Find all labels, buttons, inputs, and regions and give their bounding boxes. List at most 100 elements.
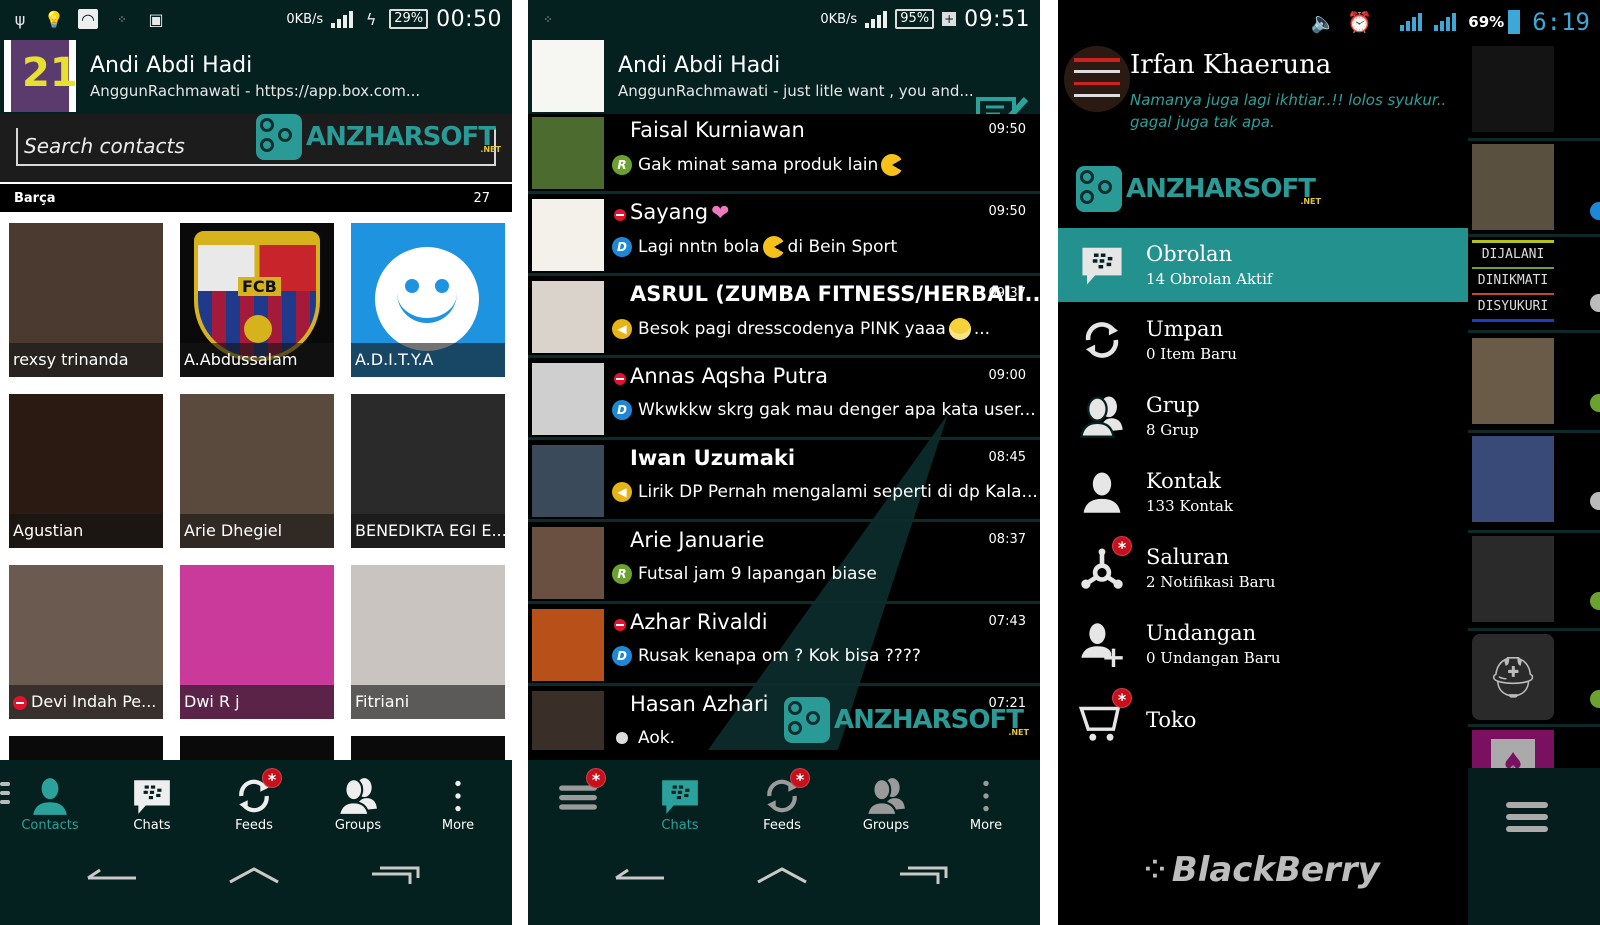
contact-tile[interactable]: BENEDIKTA EGI E... <box>351 394 505 548</box>
notification-badge-icon: * <box>262 768 282 789</box>
drawer-item-title: Kontak <box>1146 469 1221 493</box>
drawer-item-obrolan[interactable]: Obrolan 14 Obrolan Aktif <box>1058 228 1468 302</box>
busy-status-icon <box>614 619 626 631</box>
chat-thumb[interactable] <box>1472 144 1554 230</box>
data-signal-icon <box>1434 13 1457 31</box>
contact-name-text: A.Abdussalam <box>184 350 298 369</box>
avatar[interactable]: 21 <box>4 40 78 112</box>
contact-tile[interactable]: Arie Dhegiel <box>180 394 334 548</box>
tab-label: Chats <box>661 818 699 833</box>
chat-row[interactable]: Arie Januarie 08:37 R Futsal jam 9 lapangan… <box>528 524 1040 604</box>
watermark-text: ANZHARSOFT <box>1126 174 1316 204</box>
chat-name-text: Faisal Kurniawan <box>630 118 805 142</box>
tab-contacts[interactable]: Contacts <box>10 774 90 833</box>
background-chat-strip: DIJALANI DINIKMATI DISYUKURI ⛑ ♠ <box>1468 44 1600 925</box>
sent-status-icon <box>616 732 628 744</box>
chat-time: 09:50 <box>988 204 1026 219</box>
tab-chats[interactable]: Chats <box>112 774 192 833</box>
watermark-logo: ANZHARSOFT .NET <box>1076 166 1321 212</box>
recents-button[interactable] <box>894 855 954 895</box>
avatar[interactable] <box>1064 46 1130 112</box>
status-dot <box>1590 394 1600 412</box>
network-speed: 0KB/s <box>820 11 858 27</box>
chat-thumb[interactable] <box>1472 536 1554 622</box>
alarm-icon: ⏰ <box>1347 10 1373 34</box>
contact-tile[interactable] <box>9 736 163 760</box>
divider <box>1468 724 1600 727</box>
my-profile[interactable]: Irfan Khaeruna Namanya juga lagi ikhtiar… <box>1058 44 1468 144</box>
home-icon <box>757 867 807 884</box>
tab-chats[interactable]: Chats <box>640 774 720 833</box>
contact-tile[interactable]: Dwi R j <box>180 565 334 719</box>
clock: 00:50 <box>436 6 502 32</box>
tab-groups[interactable]: Groups <box>846 774 926 833</box>
profile-name: Andi Abdi Hadi <box>618 53 781 78</box>
chat-row[interactable]: Sayang ❤ 09:50 D Lagi nntn bola di Bein Sport <box>528 196 1040 276</box>
drawer-item-umpan[interactable]: Umpan 0 Item Baru <box>1058 302 1468 378</box>
contact-tile[interactable]: rexsy trinanda <box>9 223 163 377</box>
home-button[interactable] <box>224 855 284 895</box>
drawer-item-grup[interactable]: Grup 8 Grup <box>1058 378 1468 454</box>
tab-groups[interactable]: Groups <box>318 774 398 833</box>
more-icon <box>418 774 498 818</box>
chat-thumb[interactable] <box>1472 338 1554 424</box>
drawer-item-undangan[interactable]: Undangan 0 Undangan Baru <box>1058 606 1468 682</box>
contact-tile[interactable]: Devi Indah Pe... <box>9 565 163 719</box>
contact-tile[interactable] <box>351 736 505 760</box>
avatar[interactable] <box>532 40 604 112</box>
tab-feeds[interactable]: * Feeds <box>214 768 294 833</box>
busy-status-icon <box>614 209 626 221</box>
invite-icon <box>1058 614 1146 674</box>
chat-message-text: Futsal jam 9 lapangan biase <box>638 564 877 584</box>
tab-menu[interactable]: * <box>538 768 618 818</box>
charging-plus-icon: + <box>942 12 957 26</box>
chat-thumb[interactable] <box>1472 46 1554 132</box>
volume-icon: 🔈 <box>1310 10 1336 34</box>
my-profile[interactable]: Andi Abdi Hadi AnggunRachmawati - just l… <box>528 38 1040 136</box>
tab-feeds[interactable]: * Feeds <box>742 768 822 833</box>
battery-level: 95% <box>895 9 935 29</box>
contacts-screen: ψ 💡 ◠ ⁘ ▣ 0KB/s ϟ 29% 00:50 21 Andi Abdi… <box>0 0 512 925</box>
chat-thumb[interactable] <box>1472 436 1554 522</box>
chat-row[interactable]: Faisal Kurniawan 09:50 R Gak minat sama pro… <box>528 114 1040 194</box>
home-button[interactable] <box>752 855 812 895</box>
tab-more[interactable]: More <box>418 774 498 833</box>
contact-name: Agustian <box>9 514 163 548</box>
back-button[interactable] <box>610 855 670 895</box>
chat-thumb[interactable]: ⛑ <box>1472 634 1554 720</box>
drawer-item-title: Umpan <box>1146 317 1224 341</box>
drawer-handle[interactable] <box>0 782 10 804</box>
chat-row[interactable]: Azhar Rivaldi 07:43 D Rusak kenapa om ? Kok… <box>528 606 1040 686</box>
chat-row[interactable]: Annas Aqsha Putra 09:00 D Wkwkkw skrg gak m… <box>528 360 1040 440</box>
chat-row[interactable]: ASRUL (ZUMBA FITNESS/HERBALI... 09:37 ◀ Bes… <box>528 278 1040 358</box>
notification-badge-icon: * <box>790 768 810 789</box>
contact-tile[interactable]: Agustian <box>9 394 163 548</box>
chat-name-text: ASRUL (ZUMBA FITNESS/HERBALI... <box>630 282 1040 306</box>
drawer-item-toko[interactable]: * Toko <box>1058 682 1468 758</box>
drawer-item-saluran[interactable]: * Saluran 2 Notifikasi Baru <box>1058 530 1468 606</box>
chat-thumb[interactable]: DIJALANI DINIKMATI DISYUKURI <box>1472 240 1554 326</box>
my-profile[interactable]: 21 Andi Abdi Hadi AnggunRachmawati - htt… <box>0 38 512 114</box>
charging-icon: ϟ <box>365 9 377 29</box>
contact-tile[interactable]: FCB A.Abdussalam <box>180 223 334 377</box>
tab-more[interactable]: More <box>946 774 1026 833</box>
contact-tile[interactable]: A.D.I.T.Y.A <box>351 223 505 377</box>
chat-message-tail: di Bein Sport <box>787 237 898 257</box>
contact-icon <box>10 774 90 818</box>
menu-button[interactable] <box>1506 802 1548 832</box>
recents-button[interactable] <box>366 855 426 895</box>
chat-name: Sayang ❤ <box>630 200 733 226</box>
chat-icon <box>640 774 720 818</box>
back-button[interactable] <box>82 855 142 895</box>
drawer-item-text: Grup 8 Grup <box>1146 393 1200 439</box>
chat-time: 09:00 <box>988 368 1026 383</box>
drawer-item-subtitle: 2 Notifikasi Baru <box>1146 573 1276 591</box>
contact-tile[interactable] <box>180 736 334 760</box>
chat-message-text: Lagi nntn bola <box>638 237 760 257</box>
group-header[interactable]: Barça 27 <box>0 184 512 212</box>
contact-grid: rexsy trinanda FCB A.Abdussalam A.D.I.T.Y.A… <box>0 212 512 760</box>
contact-tile[interactable]: Fitriani <box>351 565 505 719</box>
chat-row[interactable]: Iwan Uzumaki 08:45 ◀ Lirik DP Pernah mengal… <box>528 442 1040 522</box>
drawer-item-kontak[interactable]: Kontak 133 Kontak <box>1058 454 1468 530</box>
drawer-item-subtitle: 133 Kontak <box>1146 497 1233 515</box>
